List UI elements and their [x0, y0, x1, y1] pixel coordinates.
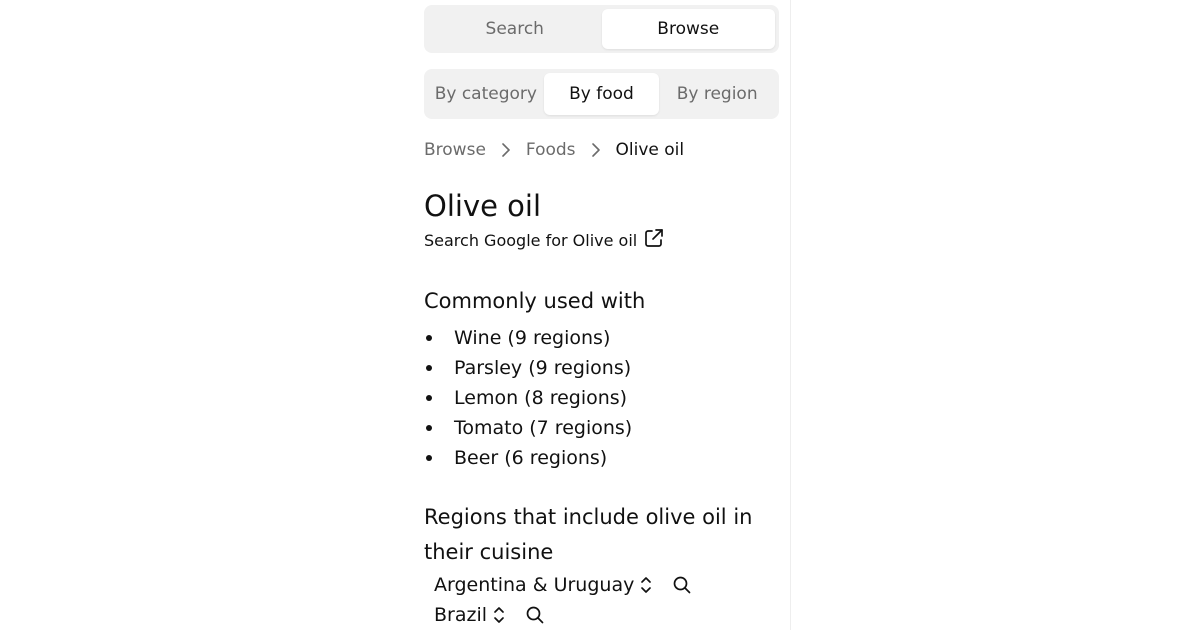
chevron-up-down-icon[interactable] — [491, 604, 507, 626]
bullet — [426, 335, 432, 341]
chevron-up-down-icon[interactable] — [638, 574, 654, 596]
bullet — [426, 425, 432, 431]
region-row-brazil: Brazil — [424, 600, 779, 630]
bullet — [426, 455, 432, 461]
mode-toggle: Search Browse — [424, 5, 779, 53]
tab-browse[interactable]: Browse — [601, 9, 775, 49]
google-search-link[interactable]: Search Google for Olive oil — [424, 228, 779, 252]
region-row-argentina-uruguay: Argentina & Uruguay — [424, 570, 779, 600]
search-icon[interactable] — [525, 605, 545, 625]
list-item: Wine (9 regions) — [424, 323, 779, 353]
breadcrumb-current: Olive oil — [615, 140, 685, 160]
breadcrumb-foods-link[interactable]: Foods — [526, 140, 576, 160]
commonly-used-list: Wine (9 regions) Parsley (9 regions) Lem… — [424, 323, 779, 473]
list-item-label: Wine (9 regions) — [454, 327, 611, 349]
main-column: Search Browse By category By food By reg… — [424, 5, 779, 630]
list-item: Parsley (9 regions) — [424, 353, 779, 383]
list-item: Lemon (8 regions) — [424, 383, 779, 413]
google-search-link-label: Search Google for Olive oil — [424, 230, 638, 250]
tab-by-region[interactable]: By region — [659, 73, 775, 115]
tab-search[interactable]: Search — [428, 9, 602, 49]
bullet — [426, 365, 432, 371]
tab-by-category[interactable]: By category — [428, 73, 544, 115]
list-item-label: Parsley (9 regions) — [454, 357, 632, 379]
search-icon[interactable] — [672, 575, 692, 595]
region-name: Brazil — [434, 604, 488, 626]
bullet — [426, 395, 432, 401]
breadcrumb-browse-link[interactable]: Browse — [424, 140, 486, 160]
regions-heading: Regions that include olive oil in their … — [424, 505, 753, 564]
list-item-label: Beer (6 regions) — [454, 447, 608, 469]
list-item: Beer (6 regions) — [424, 443, 779, 473]
chevron-right-icon — [576, 142, 616, 158]
content-panel: Search Browse By category By food By reg… — [0, 0, 791, 630]
browse-mode-tabs: By category By food By region — [424, 69, 779, 119]
region-name: Argentina & Uruguay — [434, 574, 635, 596]
list-item: Tomato (7 regions) — [424, 413, 779, 443]
tab-by-food[interactable]: By food — [543, 73, 660, 115]
commonly-used-heading: Commonly used with — [424, 289, 646, 313]
external-link-icon — [637, 227, 665, 253]
list-item-label: Lemon (8 regions) — [454, 387, 628, 409]
chevron-right-icon — [486, 142, 526, 158]
list-item-label: Tomato (7 regions) — [454, 417, 633, 439]
page-title: Olive oil — [424, 189, 542, 223]
breadcrumb: Browse Foods Olive oil — [424, 138, 779, 162]
